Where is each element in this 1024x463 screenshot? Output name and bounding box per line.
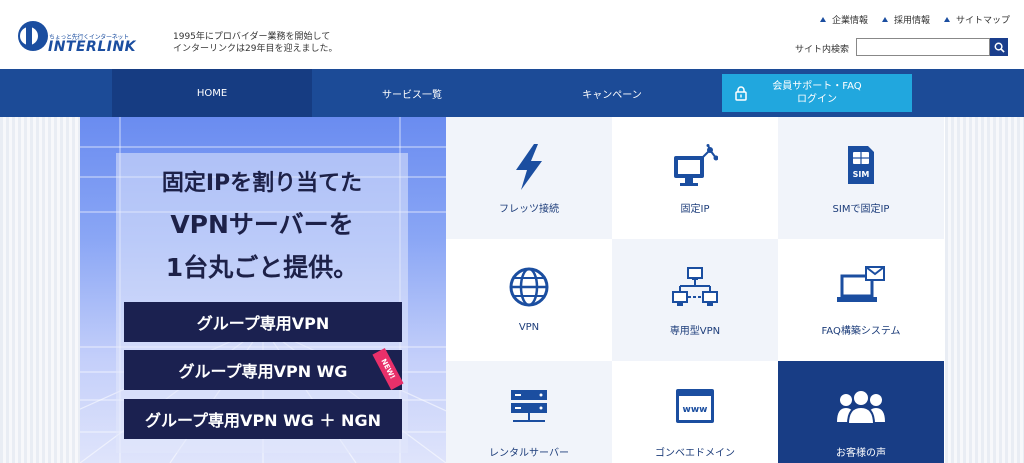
left-background-stripe bbox=[0, 117, 80, 463]
site-header: ちょっと先行くインターネット INTERLINK 1995年にプロバイダー業務を… bbox=[0, 0, 1024, 69]
main-nav: HOME サービス一覧 キャンペーン 会員サポート・FAQ ログイン bbox=[0, 69, 1024, 117]
service-tile-vpn[interactable]: VPN bbox=[446, 239, 612, 361]
service-tile-flets[interactable]: フレッツ接続 bbox=[446, 117, 612, 239]
svg-text:SIM: SIM bbox=[853, 170, 870, 179]
description-line-1: 1995年にプロバイダー業務を開始して bbox=[173, 32, 331, 42]
lock-icon bbox=[735, 86, 747, 101]
interlink-logo-icon bbox=[18, 21, 48, 51]
service-label: VPN bbox=[518, 322, 540, 333]
logo-wordmark: INTERLINK bbox=[48, 39, 137, 55]
hero-headline-3: 1台丸ごと提供。 bbox=[165, 253, 359, 282]
group-vpn-wg-ngn-button[interactable]: グループ専用VPN WG ＋ NGN bbox=[124, 399, 402, 439]
hero-banner[interactable]: 固定IPを割り当てた VPNサーバーを 1台丸ごと提供。 グループ専用VPN グ… bbox=[80, 117, 446, 463]
browser-www-icon: www bbox=[676, 389, 714, 423]
service-label: レンタルサーバー bbox=[489, 448, 569, 459]
search-button[interactable] bbox=[990, 38, 1008, 56]
service-label: ゴンベエドメイン bbox=[655, 448, 735, 459]
utility-links: 企業情報 採用情報 サイトマップ bbox=[819, 13, 1010, 26]
link-label: 採用情報 bbox=[893, 16, 930, 26]
company-description: 1995年にプロバイダー業務を開始して インターリンクは29年目を迎えました。 bbox=[173, 31, 337, 55]
link-label: サイトマップ bbox=[955, 16, 1010, 26]
svg-text:www: www bbox=[683, 405, 708, 415]
service-tile-gonbe-domain[interactable]: www ゴンベエドメイン bbox=[612, 361, 778, 463]
service-tile-sim-fixed-ip[interactable]: SIM SIMで固定IP bbox=[778, 117, 944, 239]
group-vpn-wg-button[interactable]: グループ専用VPN WG bbox=[124, 350, 402, 390]
sim-card-icon: SIM bbox=[848, 146, 874, 184]
login-label: ログイン bbox=[797, 94, 837, 105]
nav-campaign[interactable]: キャンペーン bbox=[512, 69, 712, 117]
search-input[interactable] bbox=[856, 38, 990, 56]
triangle-bullet-icon bbox=[943, 17, 950, 22]
site-logo[interactable]: ちょっと先行くインターネット INTERLINK bbox=[16, 19, 151, 55]
service-tile-customer-voices[interactable]: お客様の声 bbox=[778, 361, 944, 463]
link-company-info[interactable]: 企業情報 bbox=[819, 13, 868, 26]
group-vpn-button[interactable]: グループ専用VPN bbox=[124, 302, 402, 342]
service-label: 専用型VPN bbox=[669, 326, 721, 337]
nav-services[interactable]: サービス一覧 bbox=[312, 69, 512, 117]
support-label: 会員サポート・FAQ bbox=[772, 81, 862, 92]
service-tile-dedicated-vpn[interactable]: 専用型VPN bbox=[612, 239, 778, 361]
member-support-login-button[interactable]: 会員サポート・FAQ ログイン bbox=[722, 74, 912, 112]
hero-headline-2: VPNサーバーを bbox=[170, 210, 354, 239]
service-label: SIMで固定IP bbox=[832, 204, 890, 215]
service-label: 固定IP bbox=[680, 204, 710, 215]
network-topology-icon bbox=[672, 267, 718, 306]
nav-home[interactable]: HOME bbox=[112, 69, 312, 117]
link-sitemap[interactable]: サイトマップ bbox=[943, 13, 1010, 26]
service-label: FAQ構築システム bbox=[821, 326, 901, 337]
service-label: フレッツ接続 bbox=[499, 204, 559, 215]
search-icon bbox=[994, 42, 1005, 53]
link-label: 企業情報 bbox=[831, 16, 868, 26]
globe-icon bbox=[509, 267, 549, 307]
service-tile-faq-system[interactable]: FAQ構築システム bbox=[778, 239, 944, 361]
monitor-network-icon bbox=[674, 144, 718, 186]
people-icon bbox=[837, 389, 885, 424]
triangle-bullet-icon bbox=[881, 17, 888, 22]
link-recruit[interactable]: 採用情報 bbox=[881, 13, 930, 26]
hero-headline-1: 固定IPを割り当てた bbox=[161, 171, 363, 196]
description-line-2: インターリンクは29年目を迎えました。 bbox=[173, 44, 338, 54]
service-tile-fixed-ip[interactable]: 固定IP bbox=[612, 117, 778, 239]
service-label: お客様の声 bbox=[836, 448, 886, 459]
laptop-mail-icon bbox=[837, 266, 885, 302]
service-tile-rental-server[interactable]: レンタルサーバー bbox=[446, 361, 612, 463]
triangle-bullet-icon bbox=[819, 17, 826, 22]
server-icon bbox=[511, 390, 547, 422]
search-label: サイト内検索 bbox=[795, 45, 850, 55]
right-background-stripe bbox=[945, 117, 1024, 463]
lightning-icon bbox=[516, 144, 542, 190]
